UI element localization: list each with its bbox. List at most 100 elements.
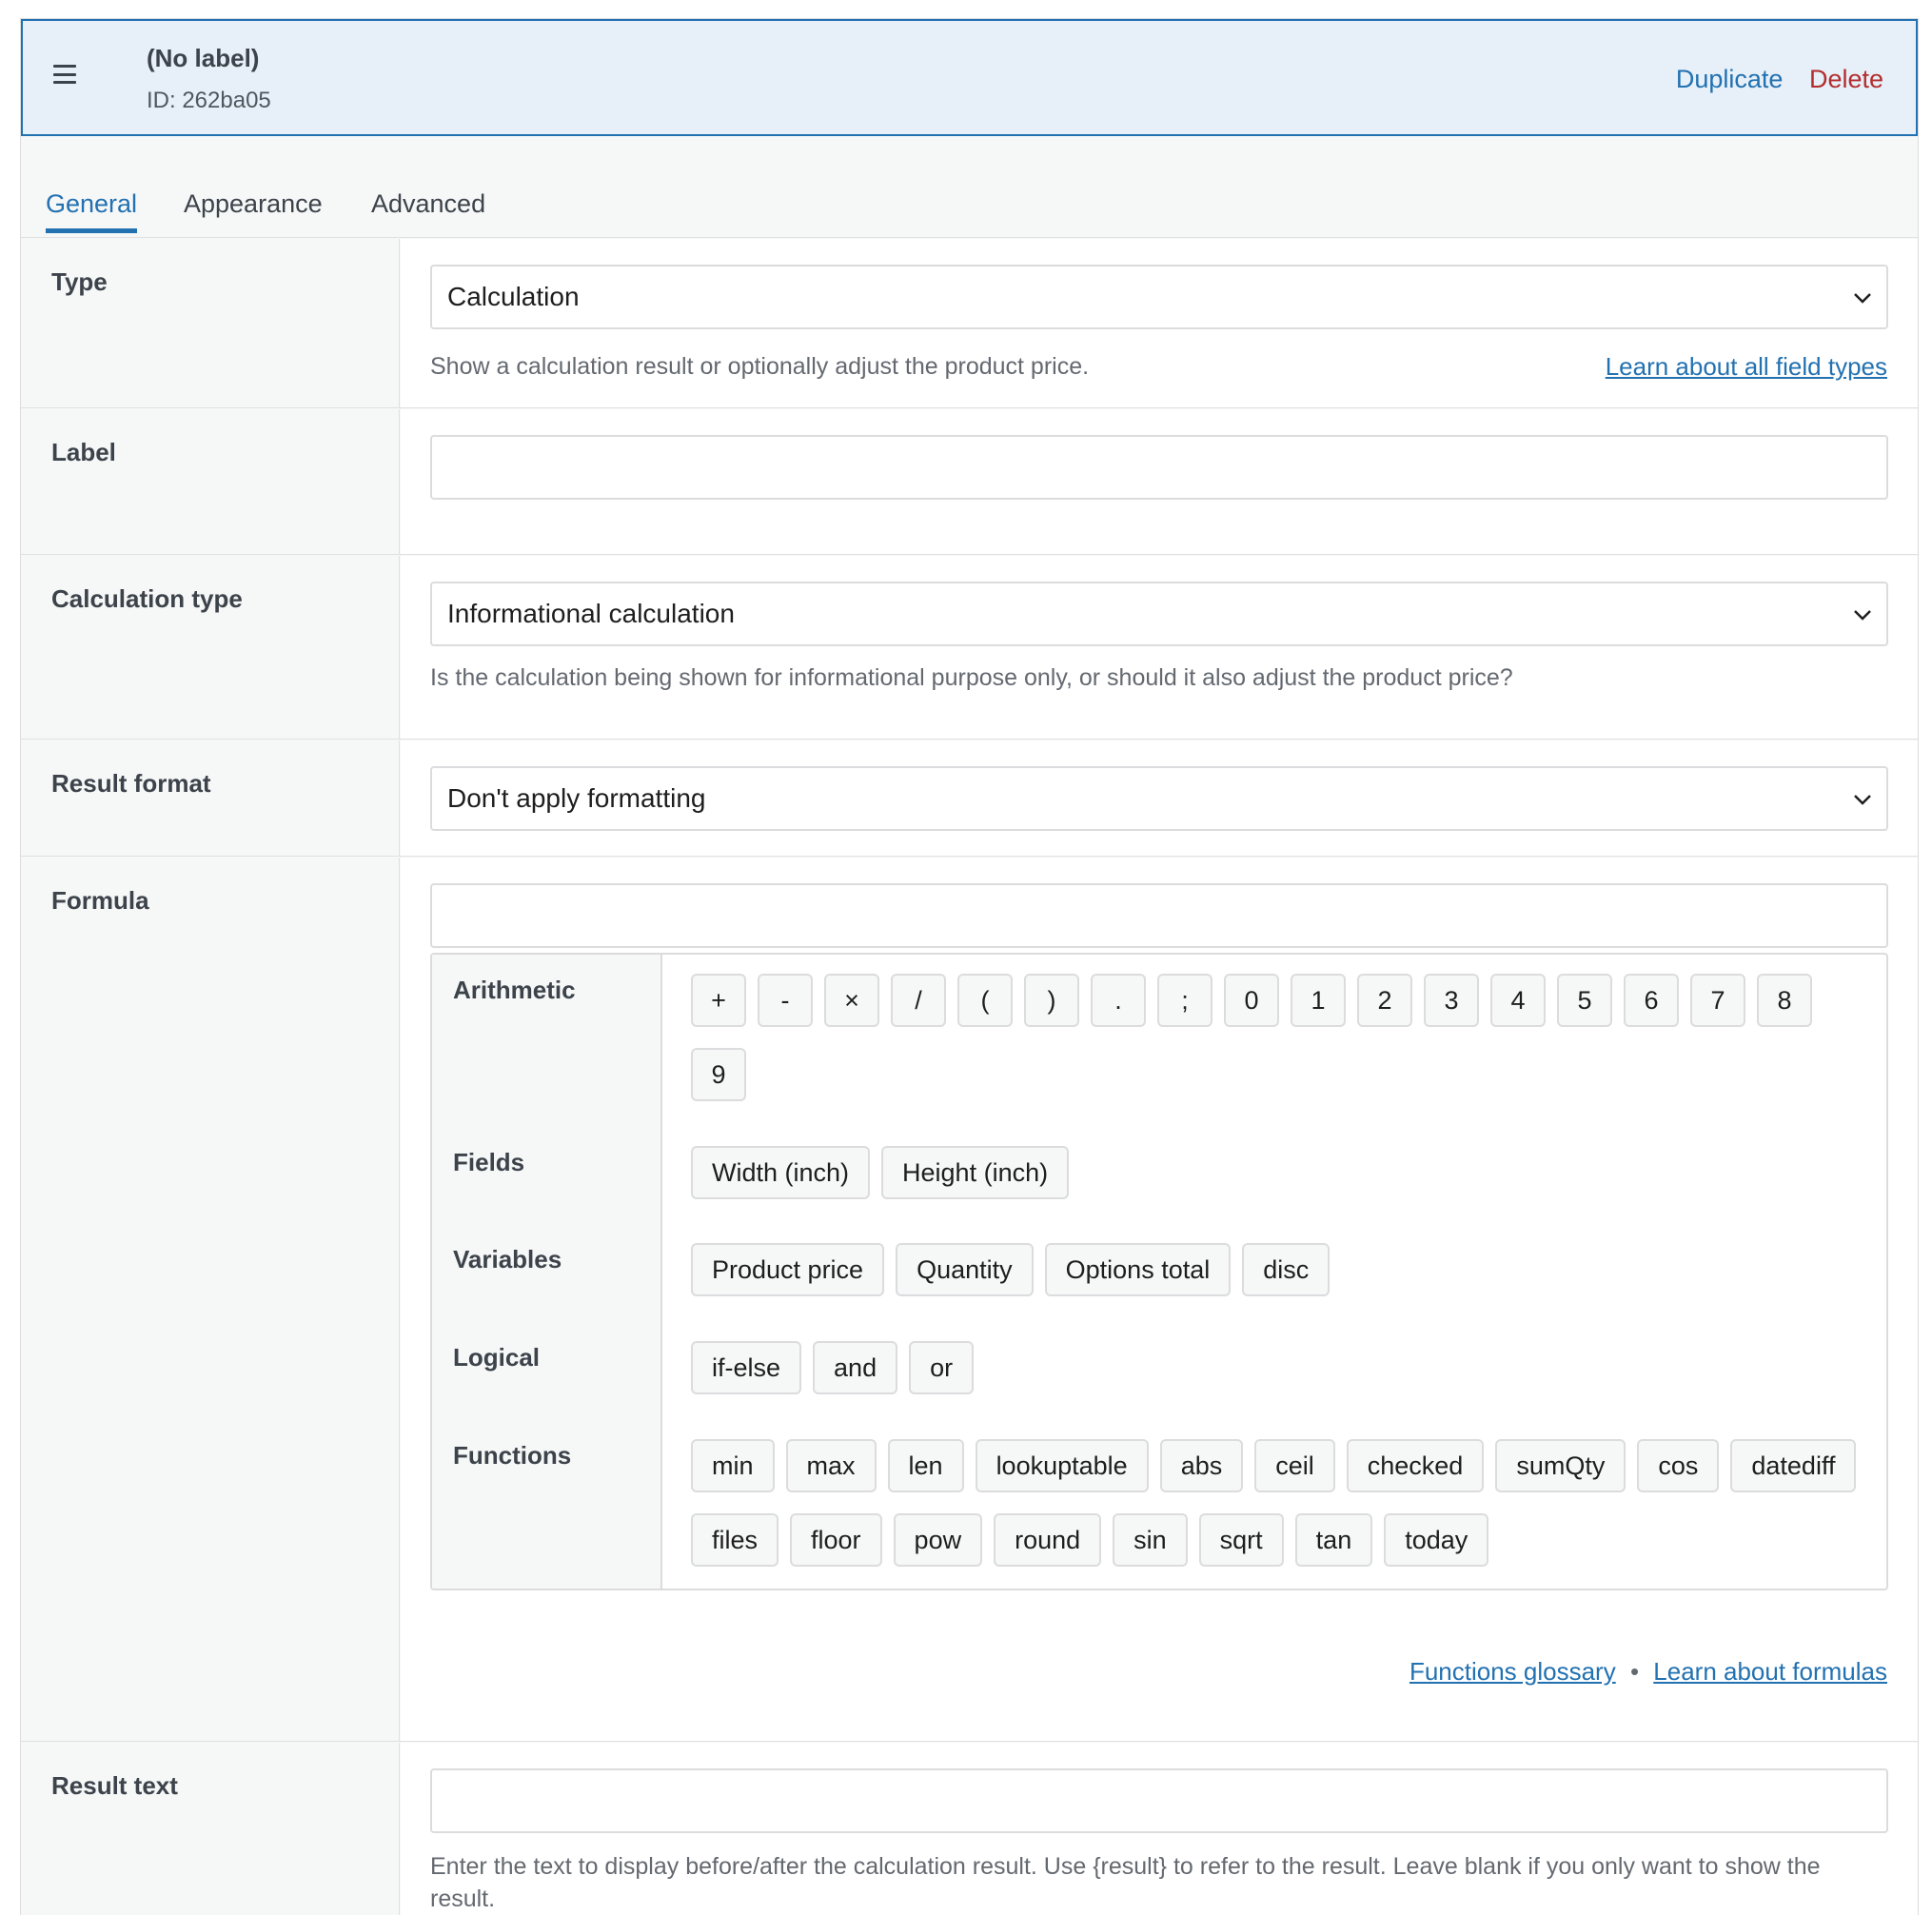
functions-chip[interactable]: tan — [1294, 1513, 1373, 1567]
label-input[interactable] — [430, 435, 1888, 500]
result-text-label: Result text — [51, 1771, 178, 1800]
arithmetic-chip[interactable]: ( — [957, 974, 1013, 1027]
chevron-down-icon — [1854, 293, 1871, 304]
result-text-input[interactable] — [430, 1768, 1888, 1833]
duplicate-link[interactable]: Duplicate — [1676, 65, 1784, 93]
variables-chip[interactable]: Options total — [1044, 1243, 1232, 1296]
type-select[interactable]: Calculation — [430, 265, 1888, 329]
functions-chip[interactable]: abs — [1159, 1439, 1244, 1492]
arithmetic-chip[interactable]: ) — [1024, 974, 1079, 1027]
functions-chip[interactable]: checked — [1346, 1439, 1485, 1492]
result-format-value: Don't apply formatting — [447, 783, 706, 813]
calculation-type-label: Calculation type — [51, 584, 243, 613]
variables-chip[interactable]: disc — [1242, 1243, 1331, 1296]
chevron-down-icon — [1854, 610, 1871, 621]
arithmetic-chips: + - × /().; 0 1 2 3 4 5 6 7 8 9 — [691, 974, 1867, 1101]
tab-bar: General Appearance Advanced — [21, 136, 1918, 238]
functions-chip[interactable]: datediff — [1730, 1439, 1857, 1492]
tab-general[interactable]: General — [46, 189, 137, 219]
type-label: Type — [51, 267, 108, 296]
functions-chip[interactable]: today — [1384, 1513, 1489, 1567]
functions-chip[interactable]: round — [994, 1513, 1102, 1567]
variables-chip[interactable]: Product price — [691, 1243, 885, 1296]
arithmetic-chip[interactable]: 2 — [1357, 974, 1412, 1027]
functions-chip[interactable]: len — [887, 1439, 964, 1492]
arithmetic-chip[interactable]: 6 — [1624, 974, 1679, 1027]
calculation-type-select[interactable]: Informational calculation — [430, 582, 1888, 646]
formula-help-links: Functions glossary • Learn about formula… — [1410, 1657, 1887, 1687]
fields-chip[interactable]: Height (inch) — [881, 1146, 1070, 1199]
variable-chips: Product price Quantity Options total disc — [691, 1243, 1867, 1296]
arithmetic-chip[interactable]: ; — [1157, 974, 1212, 1027]
calculation-type-value: Informational calculation — [447, 599, 735, 628]
formula-builder: Arithmetic Fields Variables Logical Func… — [430, 953, 1888, 1590]
group-label-variables: Variables — [453, 1245, 562, 1273]
delete-link[interactable]: Delete — [1809, 65, 1883, 93]
group-label-logical: Logical — [453, 1343, 541, 1372]
function-chips: min max len lookuptable abs ceil checked sumQty… — [691, 1439, 1867, 1567]
chevron-down-icon — [1854, 795, 1871, 805]
group-label-arithmetic: Arithmetic — [453, 976, 576, 1004]
functions-chip[interactable]: sqrt — [1198, 1513, 1284, 1567]
result-format-select[interactable]: Don't apply formatting — [430, 766, 1888, 831]
header-actions: Duplicate Delete — [1657, 65, 1883, 94]
field-header[interactable]: (No label) ID: 262ba05 Duplicate Delete — [21, 19, 1918, 136]
row-formula: Formula Arithmetic Fields Variables Logi… — [21, 858, 1918, 1742]
field-id: ID: 262ba05 — [147, 88, 271, 113]
separator-dot: • — [1629, 1657, 1640, 1686]
functions-chip[interactable]: ceil — [1254, 1439, 1335, 1492]
row-calculation-type: Calculation type Informational calculati… — [21, 556, 1918, 740]
group-label-functions: Functions — [453, 1441, 572, 1470]
logical-chip[interactable]: if-else — [691, 1341, 802, 1394]
arithmetic-chip[interactable]: 5 — [1557, 974, 1612, 1027]
result-format-label: Result format — [51, 769, 211, 798]
learn-formulas-link[interactable]: Learn about formulas — [1653, 1657, 1887, 1686]
active-tab-indicator — [46, 228, 137, 233]
arithmetic-chip[interactable]: / — [891, 974, 946, 1027]
logical-chip[interactable]: and — [813, 1341, 898, 1394]
arithmetic-chip[interactable]: 9 — [691, 1048, 746, 1101]
arithmetic-chip[interactable]: 8 — [1757, 974, 1812, 1027]
functions-chip[interactable]: cos — [1637, 1439, 1720, 1492]
arithmetic-chip[interactable]: 4 — [1490, 974, 1546, 1027]
group-label-fields: Fields — [453, 1148, 525, 1176]
functions-chip[interactable]: sumQty — [1495, 1439, 1626, 1492]
arithmetic-chip[interactable]: 3 — [1424, 974, 1479, 1027]
tab-appearance[interactable]: Appearance — [184, 189, 323, 219]
functions-chip[interactable]: min — [691, 1439, 775, 1492]
field-editor: (No label) ID: 262ba05 Duplicate Delete … — [20, 18, 1919, 1915]
formula-input[interactable] — [430, 883, 1888, 948]
row-result-format: Result format Don't apply formatting — [21, 740, 1918, 857]
fields-chip[interactable]: Width (inch) — [691, 1146, 871, 1199]
logical-chips: if-else and or — [691, 1341, 1867, 1394]
arithmetic-chip[interactable]: - — [758, 974, 813, 1027]
row-type: Type Calculation Show a calculation resu… — [21, 239, 1918, 408]
functions-chip[interactable]: max — [785, 1439, 877, 1492]
functions-chip[interactable]: floor — [790, 1513, 882, 1567]
logical-chip[interactable]: or — [909, 1341, 975, 1394]
label-label: Label — [51, 438, 116, 466]
arithmetic-chip[interactable]: . — [1091, 974, 1146, 1027]
field-chips: Width (inch) Height (inch) — [691, 1146, 1867, 1199]
arithmetic-chip[interactable]: 0 — [1224, 974, 1279, 1027]
functions-chip[interactable]: files — [691, 1513, 779, 1567]
arithmetic-chip[interactable]: × — [824, 974, 879, 1027]
result-text-help: Enter the text to display before/after t… — [430, 1853, 1821, 1912]
learn-field-types-link[interactable]: Learn about all field types — [1606, 350, 1887, 383]
functions-chip[interactable]: lookuptable — [975, 1439, 1149, 1492]
field-title: (No label) — [147, 44, 260, 72]
calculation-type-help: Is the calculation being shown for infor… — [430, 664, 1513, 691]
row-result-text: Result text Enter the text to display be… — [21, 1743, 1918, 1915]
arithmetic-chip[interactable]: + — [691, 974, 746, 1027]
functions-chip[interactable]: sin — [1113, 1513, 1188, 1567]
variables-chip[interactable]: Quantity — [896, 1243, 1034, 1296]
tab-advanced[interactable]: Advanced — [371, 189, 485, 219]
functions-glossary-link[interactable]: Functions glossary — [1410, 1657, 1616, 1686]
arithmetic-chip[interactable]: 7 — [1690, 974, 1745, 1027]
arithmetic-chip[interactable]: 1 — [1291, 974, 1346, 1027]
functions-chip[interactable]: pow — [893, 1513, 983, 1567]
formula-label: Formula — [51, 886, 149, 915]
hamburger-icon[interactable] — [53, 65, 76, 84]
type-select-value: Calculation — [447, 282, 580, 311]
row-label: Label — [21, 409, 1918, 555]
